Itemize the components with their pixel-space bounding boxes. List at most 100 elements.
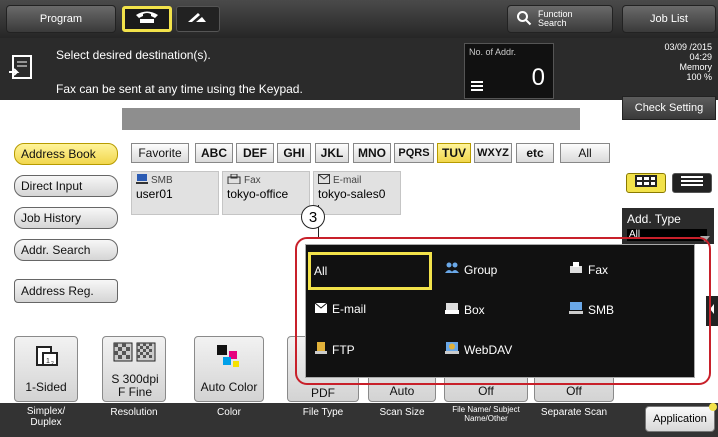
option-label: E-mail [332,302,367,316]
add-type-option-smb[interactable]: SMB [569,302,614,317]
index-tab-tuv[interactable]: TUV [437,143,471,163]
application-button[interactable]: Application [645,406,715,432]
resolution-value: S 300dpi F Fine [111,372,159,399]
color-icon [215,343,241,374]
index-tab-label: etc [526,146,544,160]
ftp-icon [315,342,327,357]
sidebar-item-address-reg[interactable]: Address Reg. [14,279,118,303]
box-icon [445,302,459,317]
fax-phone-icon [134,10,160,29]
resolution-label: Resolution [110,407,158,418]
message-line-1: Select desired destination(s). [56,48,211,62]
add-type-option-ftp[interactable]: FTP [315,342,355,357]
separate-scan-value: Off [566,384,582,398]
file-type-label: File Type [302,407,344,418]
status-time: 04:29 [689,52,712,62]
add-type-option-group[interactable]: Group [445,262,497,277]
index-tab-abc[interactable]: ABC [195,143,233,163]
color-value: Auto Color [200,380,258,394]
scan-icon [186,10,210,29]
destination-type: SMB [151,175,173,186]
memory-value: 100 % [686,72,712,82]
email-icon [314,302,328,316]
index-tab-favorite[interactable]: Favorite [131,143,189,163]
add-type-label: Add. Type [627,212,681,226]
sidebar-item-label: Address Book [21,147,96,161]
index-tab-label: JKL [320,146,344,160]
email-icon [318,174,330,187]
search-icon [516,10,532,29]
function-search-label: Function Search [538,9,573,28]
grid-view-icon [635,174,657,192]
add-type-option-fax[interactable]: Fax [569,262,608,277]
destination-tile-fax[interactable]: Fax tokyo-office [222,171,310,215]
fax-icon [227,173,241,187]
check-setting-button[interactable]: Check Setting [622,96,716,120]
sidebar-item-label: Addr. Search [21,243,91,257]
notification-dot [709,403,717,411]
scan-mode-button[interactable] [176,6,220,32]
destination-type: Fax [244,175,261,186]
sidebar-item-label: Job History [21,211,82,225]
destination-entry-bar [122,108,580,130]
index-tab-label: WXYZ [477,147,509,159]
option-label: FTP [332,342,355,357]
index-tab-def[interactable]: DEF [236,143,274,163]
index-tab-ghi[interactable]: GHI [277,143,311,163]
grid-view-button[interactable] [626,173,666,193]
destination-tile-smb[interactable]: SMB user01 [131,171,219,215]
simplex-icon: 12 [35,345,59,372]
option-label: Group [464,262,498,277]
list-icon [471,80,483,98]
status-date: 03/09 /2015 [664,42,712,52]
index-tab-label: TUV [442,146,466,160]
fax-icon [569,262,583,277]
svg-text:1: 1 [46,358,50,365]
fax-mode-button[interactable] [122,6,172,32]
memory-label: Memory [679,62,712,72]
sidebar-item-addr-search[interactable]: Addr. Search [14,239,118,261]
no-of-addr-value: 0 [531,64,545,91]
program-label: Program [39,13,83,25]
fax-document-icon [8,54,36,89]
sidebar-item-address-book[interactable]: Address Book [14,143,118,165]
simplex-duplex-label: Simplex/ Duplex [26,406,66,428]
index-tab-all[interactable]: All [560,143,610,163]
destination-tile-email[interactable]: E-mail tokyo-sales0 [313,171,401,215]
sidebar-item-direct-input[interactable]: Direct Input [14,175,118,197]
simplex-duplex-button[interactable]: 12 1-Sided [14,336,78,402]
sidebar-item-job-history[interactable]: Job History [14,207,118,229]
scan-size-value: Auto [389,384,415,398]
index-tab-pqrs[interactable]: PQRS [394,143,434,163]
add-type-option-webdav[interactable]: WebDAV [445,342,512,357]
application-label: Application [653,413,707,425]
index-tab-label: Favorite [138,146,182,160]
job-list-button[interactable]: Job List [622,5,716,33]
index-tab-label: MNO [358,146,386,160]
destination-name: tokyo-sales0 [318,187,386,201]
file-name-value: Off [478,384,494,398]
program-button[interactable]: Program [6,5,116,33]
job-list-label: Job List [650,13,688,25]
no-of-addr-label: No. of Addr. [469,47,517,57]
color-button[interactable]: Auto Color [194,336,264,402]
add-type-option-box[interactable]: Box [445,302,485,317]
resolution-icon [113,342,157,367]
option-label: WebDAV [464,342,513,357]
smb-icon [136,174,148,187]
list-view-button[interactable] [672,173,712,193]
index-tab-etc[interactable]: etc [516,143,554,163]
option-label: Box [464,302,485,317]
sidebar-item-label: Direct Input [21,179,83,193]
index-tab-jkl[interactable]: JKL [315,143,349,163]
message-line-2: Fax can be sent at any time using the Ke… [56,82,303,96]
index-tab-mno[interactable]: MNO [353,143,391,163]
index-tab-label: PQRS [398,147,430,159]
scan-size-label: Scan Size [379,407,425,418]
function-search-button[interactable]: Function Search [507,5,613,33]
add-type-option-email[interactable]: E-mail [314,302,367,316]
add-type-option-all[interactable]: All [308,252,432,290]
resolution-button[interactable]: S 300dpi F Fine [102,336,166,402]
destination-name: tokyo-office [227,187,289,201]
index-tab-wxyz[interactable]: WXYZ [474,143,512,163]
